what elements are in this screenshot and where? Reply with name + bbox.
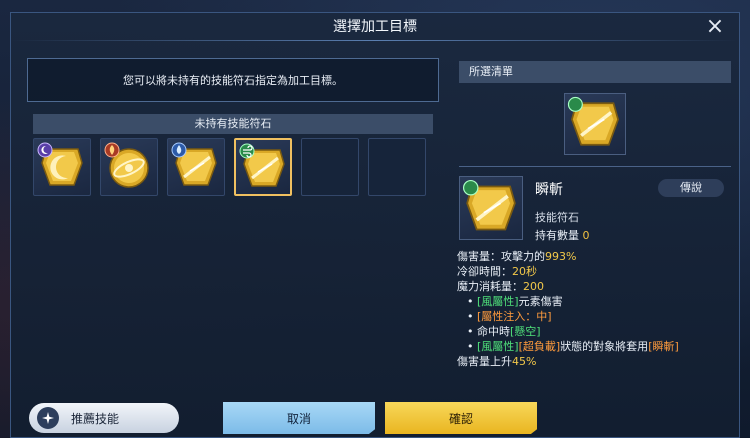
dialog-title: 選擇加工目標 <box>11 13 739 41</box>
info-box: 您可以將未持有的技能符石指定為加工目標。 <box>27 58 439 102</box>
wind-element-icon <box>239 143 255 159</box>
mana-line: 魔力消耗量：200 <box>457 280 544 293</box>
owned-label: 持有數量 <box>535 229 579 242</box>
fire-element-icon <box>104 142 120 158</box>
rune-gem-icon <box>567 96 619 146</box>
rune-gem-icon <box>462 179 516 231</box>
rune-slot-selected[interactable] <box>234 138 292 196</box>
sparkle-icon <box>37 407 59 429</box>
skill-name: 瞬斬 <box>535 182 563 198</box>
info-text: 您可以將未持有的技能符石指定為加工目標。 <box>123 74 343 87</box>
empty-rune-slot <box>368 138 426 196</box>
skill-detail-icon <box>459 176 523 240</box>
rune-slot[interactable] <box>167 138 225 196</box>
bullet-line: • [屬性注入：中] <box>467 310 552 323</box>
skill-description: 傷害量：攻擊力的993% 冷卻時間：20秒 魔力消耗量：200 • [風屬性]元… <box>457 249 737 369</box>
recommend-skill-button[interactable]: 推薦技能 <box>29 403 179 433</box>
owned-count: 持有數量 0 <box>535 227 590 243</box>
bullet-line: • [風屬性][超負載]狀態的對象將套用[瞬斬] <box>467 340 679 353</box>
rune-slot[interactable] <box>33 138 91 196</box>
select-target-dialog: 選擇加工目標 × 您可以將未持有的技能符石指定為加工目標。 未持有技能符石 所選… <box>10 12 740 438</box>
divider <box>459 166 731 167</box>
rarity-tag[interactable]: 傳說 <box>658 179 724 197</box>
cooldown-line: 冷卻時間：20秒 <box>457 265 537 278</box>
selected-rune-preview <box>564 93 626 155</box>
cancel-button[interactable]: 取消 <box>223 402 375 434</box>
damage-line: 傷害量：攻擊力的993% <box>457 250 577 263</box>
confirm-button[interactable]: 確認 <box>385 402 537 434</box>
damage-up-line: 傷害量上升45% <box>457 355 537 368</box>
selected-list-title: 所選清單 <box>459 61 731 83</box>
skill-type: 技能符石 <box>535 211 579 224</box>
dark-element-icon <box>37 142 53 158</box>
rune-slot[interactable] <box>100 138 158 196</box>
rune-slot-grid <box>33 138 426 196</box>
water-element-icon <box>171 142 187 158</box>
empty-rune-slot <box>301 138 359 196</box>
owned-value: 0 <box>582 229 590 242</box>
close-icon[interactable]: × <box>705 16 725 38</box>
recommend-label: 推薦技能 <box>71 411 120 426</box>
unowned-section-title: 未持有技能符石 <box>33 114 433 134</box>
bullet-line: • 命中時[懸空] <box>467 325 541 338</box>
bullet-line: • [風屬性]元素傷害 <box>467 295 563 308</box>
